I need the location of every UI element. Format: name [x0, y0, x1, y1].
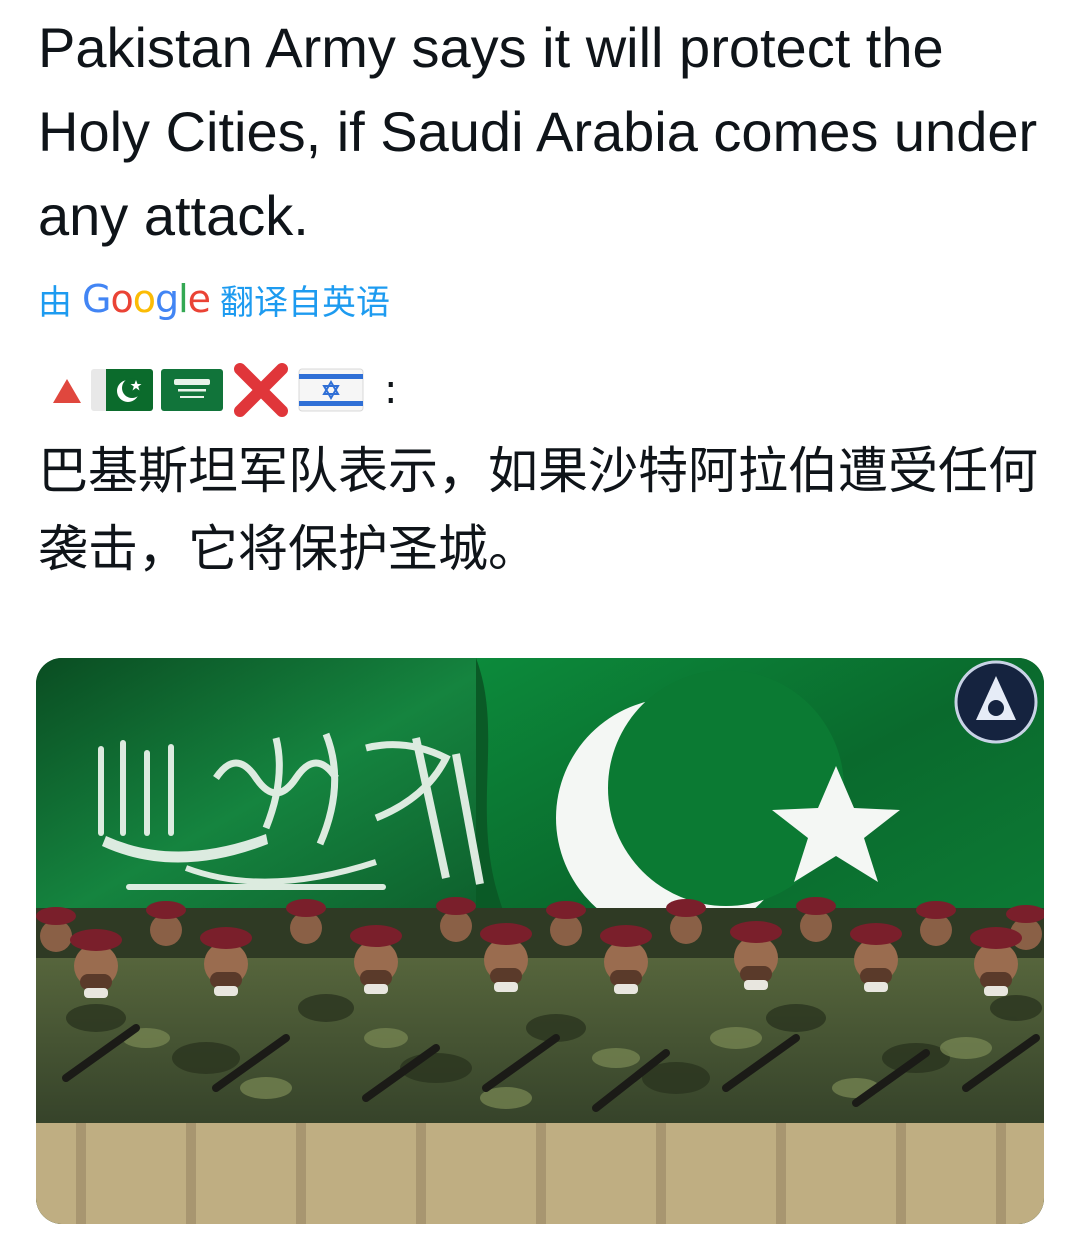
- post-image[interactable]: [36, 658, 1044, 1224]
- translation-attribution[interactable]: 由 Google 翻译自英语: [38, 274, 390, 324]
- translation-prefix: 由: [38, 282, 72, 323]
- translated-text: 巴基斯坦军队表示，如果沙特阿拉伯遭受任何袭击，它将保护圣城。: [38, 442, 1038, 578]
- red-triangle-icon: [50, 373, 84, 407]
- post-text: Pakistan Army says it will protect the H…: [38, 16, 1038, 247]
- cross-mark-icon: [230, 359, 292, 421]
- emoji-line: :: [50, 358, 397, 422]
- google-logo: Google: [82, 277, 211, 321]
- translation-suffix: 翻译自英语: [220, 282, 391, 323]
- saudi-flag-icon: [160, 365, 224, 415]
- emoji-separator: :: [384, 367, 398, 413]
- israel-flag-icon: [298, 365, 364, 415]
- pakistan-flag-icon: [90, 365, 154, 415]
